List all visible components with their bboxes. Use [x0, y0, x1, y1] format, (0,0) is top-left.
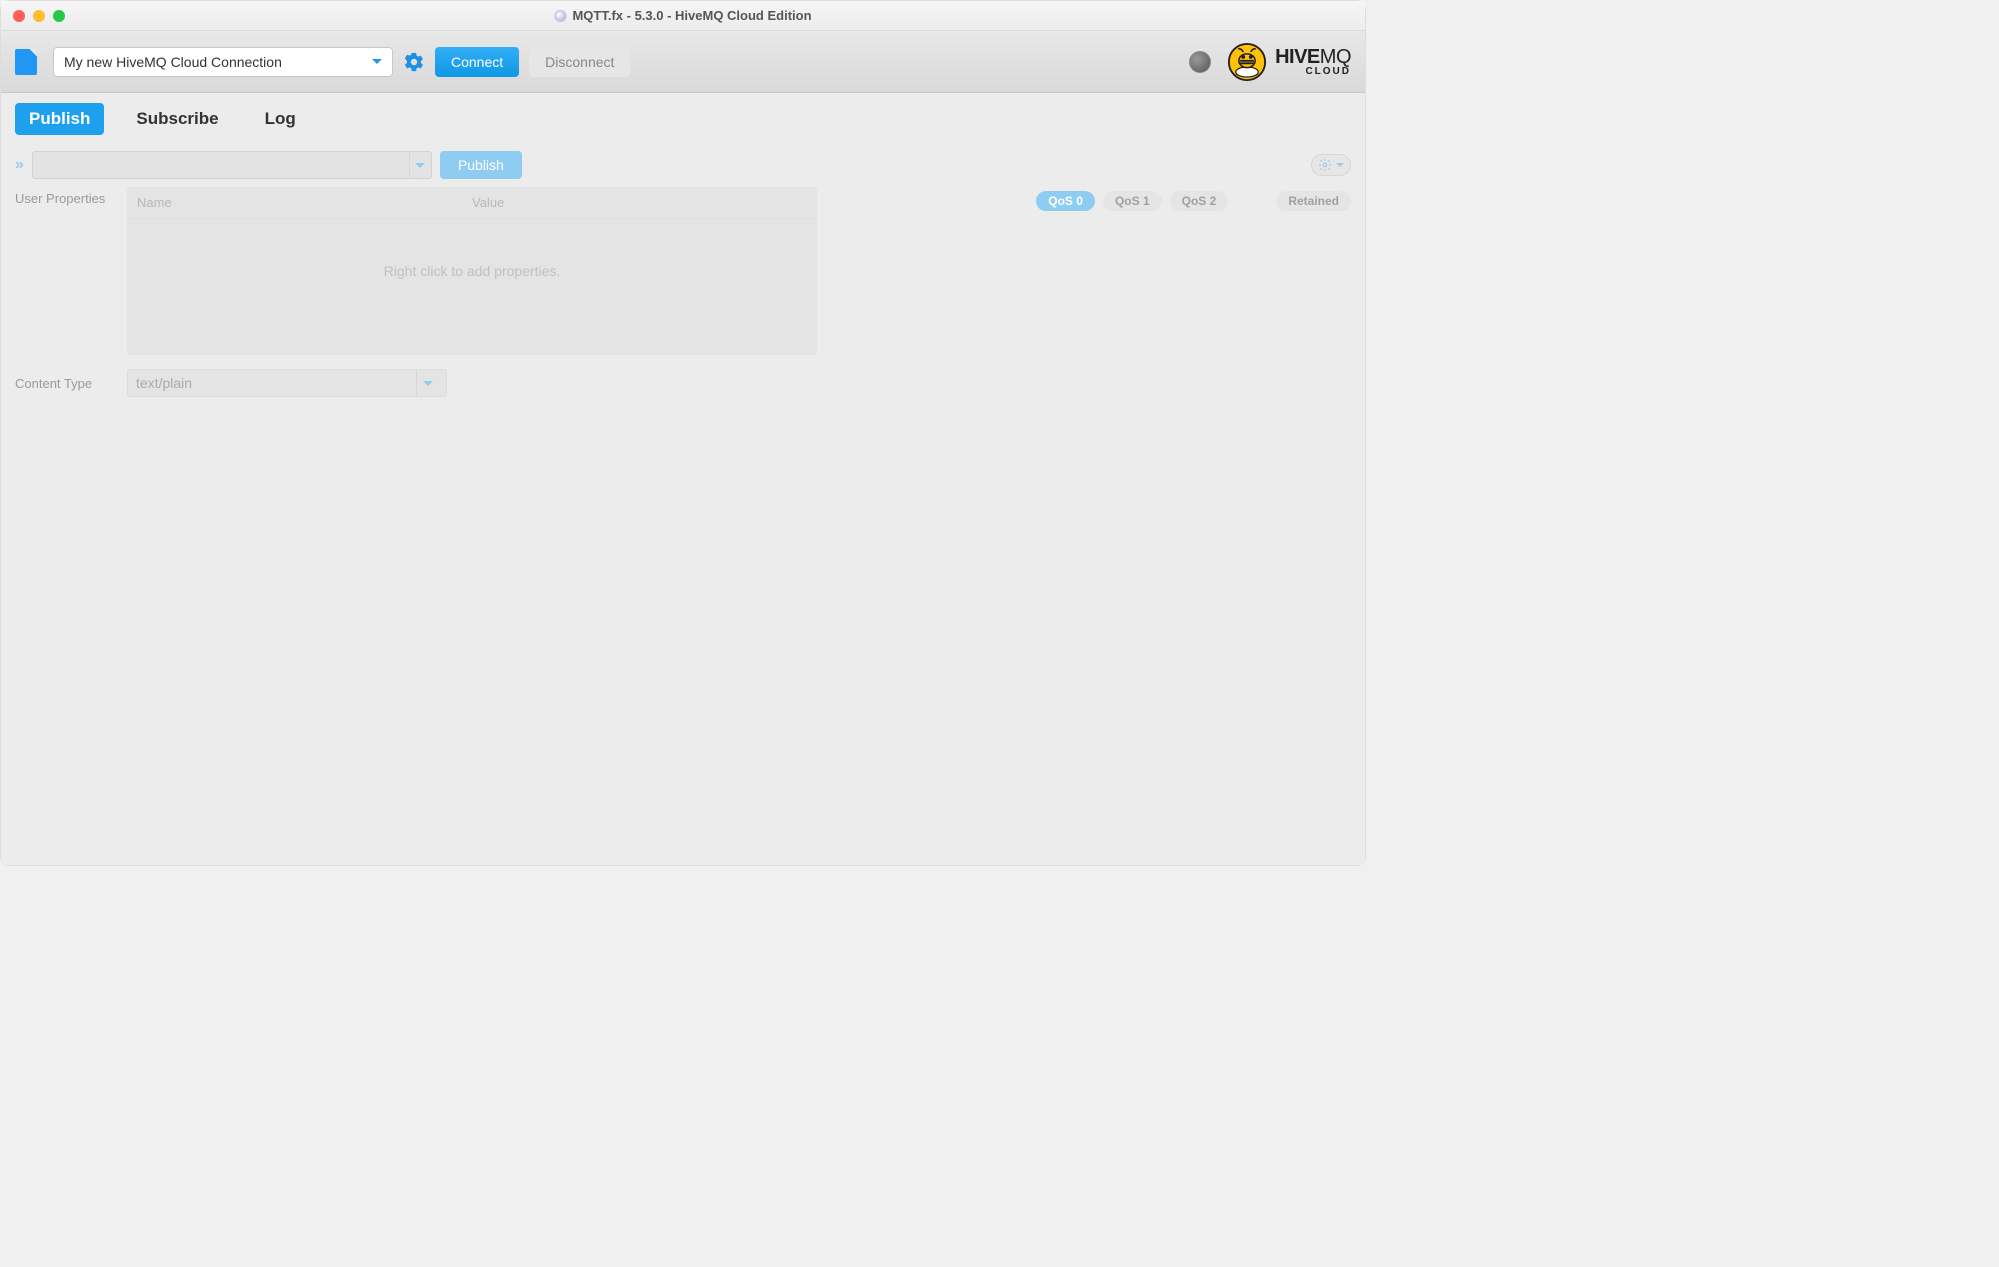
chevron-down-icon [372, 59, 382, 64]
main-tabs: Publish Subscribe Log [1, 93, 1365, 143]
main-toolbar: My new HiveMQ Cloud Connection Connect D… [1, 31, 1365, 93]
tab-subscribe[interactable]: Subscribe [122, 103, 232, 135]
disconnect-button[interactable]: Disconnect [529, 47, 630, 77]
connection-profile-select[interactable]: My new HiveMQ Cloud Connection [53, 47, 393, 77]
publish-panel: » Publish User Properties Name Value Rig… [1, 143, 1365, 865]
app-icon [554, 10, 566, 22]
column-header-name: Name [137, 195, 472, 210]
user-properties-table[interactable]: Name Value Right click to add properties… [127, 187, 817, 355]
chevron-down-icon[interactable] [409, 152, 431, 178]
brand-name: HIVE [1275, 46, 1320, 68]
brand-suffix: MQ [1320, 46, 1351, 68]
window-controls [13, 10, 65, 22]
bee-icon [1227, 42, 1267, 82]
publish-options-menu[interactable] [1311, 154, 1351, 176]
user-properties-label: User Properties [15, 187, 115, 206]
window-title: MQTT.fx - 5.3.0 - HiveMQ Cloud Edition [554, 8, 811, 23]
user-properties-header: Name Value [127, 187, 817, 219]
retained-toggle[interactable]: Retained [1276, 191, 1351, 211]
hivemq-logo: HIVEMQ CLOUD [1227, 42, 1351, 82]
window-titlebar: MQTT.fx - 5.3.0 - HiveMQ Cloud Edition [1, 1, 1365, 31]
topic-history-icon[interactable]: » [15, 156, 24, 174]
publish-button[interactable]: Publish [440, 151, 522, 179]
content-type-label: Content Type [15, 376, 115, 391]
content-type-select[interactable]: text/plain [127, 369, 447, 397]
minimize-window-button[interactable] [33, 10, 45, 22]
zoom-window-button[interactable] [53, 10, 65, 22]
tab-log[interactable]: Log [251, 103, 310, 135]
window-title-text: MQTT.fx - 5.3.0 - HiveMQ Cloud Edition [572, 8, 811, 23]
brand-subtitle: CLOUD [1275, 67, 1351, 77]
gear-icon[interactable] [403, 51, 425, 73]
user-properties-section: User Properties Name Value Right click t… [15, 187, 1351, 355]
content-type-row: Content Type text/plain [15, 369, 1351, 397]
publish-topic-row: » Publish [15, 143, 1351, 187]
column-header-value: Value [472, 195, 504, 210]
connection-status-indicator [1189, 51, 1211, 73]
content-type-value: text/plain [136, 375, 192, 391]
connection-profile-selected: My new HiveMQ Cloud Connection [64, 54, 282, 70]
qos-controls: QoS 0 QoS 1 QoS 2 Retained [829, 187, 1351, 211]
topic-input[interactable] [33, 158, 409, 173]
close-window-button[interactable] [13, 10, 25, 22]
connect-button[interactable]: Connect [435, 47, 519, 77]
tab-publish[interactable]: Publish [15, 103, 104, 135]
chevron-down-icon [416, 370, 438, 396]
qos-0-button[interactable]: QoS 0 [1036, 191, 1095, 211]
topic-combo[interactable] [32, 151, 432, 179]
user-properties-placeholder: Right click to add properties. [384, 263, 561, 279]
file-icon[interactable] [15, 49, 37, 75]
qos-2-button[interactable]: QoS 2 [1170, 191, 1229, 211]
qos-1-button[interactable]: QoS 1 [1103, 191, 1162, 211]
